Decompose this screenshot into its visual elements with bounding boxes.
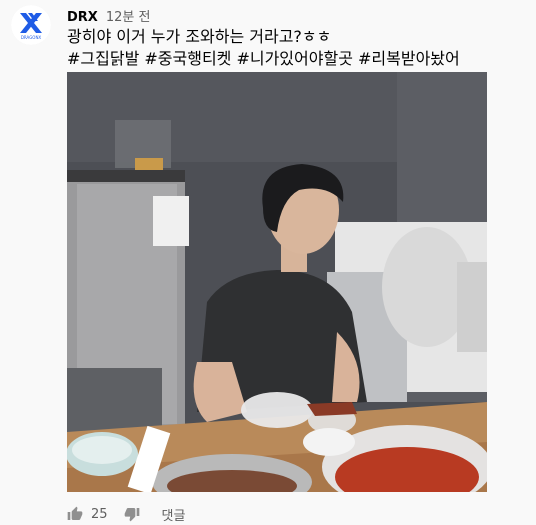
post-actions: 25 댓글: [67, 503, 185, 525]
dislike-button[interactable]: [124, 506, 140, 522]
like-count: 25: [91, 506, 108, 522]
post-hashtags[interactable]: #그집닭발 #중국행티켓 #니가있어야할곳 #리복받아놨어: [67, 48, 527, 70]
avatar-logo-text: DRAGONX: [21, 35, 42, 40]
thumbs-down-icon: [124, 508, 139, 522]
community-post-card: DRAGONX DRX 12분 전 광히야 이거 누가 조와하는 거라고?ㅎㅎ …: [0, 0, 536, 525]
post-text: 광히야 이거 누가 조와하는 거라고?ㅎㅎ #그집닭발 #중국행티켓 #니가있어…: [67, 26, 527, 70]
post-text-line: 광히야 이거 누가 조와하는 거라고?ㅎㅎ: [67, 27, 332, 46]
like-button[interactable]: 25: [67, 506, 108, 522]
post-header: DRX 12분 전: [67, 6, 151, 25]
channel-avatar[interactable]: DRAGONX: [11, 5, 51, 45]
comment-button[interactable]: 댓글: [162, 505, 186, 524]
post-time[interactable]: 12분 전: [106, 6, 151, 25]
post-photo[interactable]: [67, 72, 487, 492]
channel-name[interactable]: DRX: [67, 10, 98, 25]
thumbs-up-icon: [67, 506, 83, 520]
photo-illustration: [67, 72, 487, 492]
drx-logo-icon: DRAGONX: [11, 5, 51, 45]
